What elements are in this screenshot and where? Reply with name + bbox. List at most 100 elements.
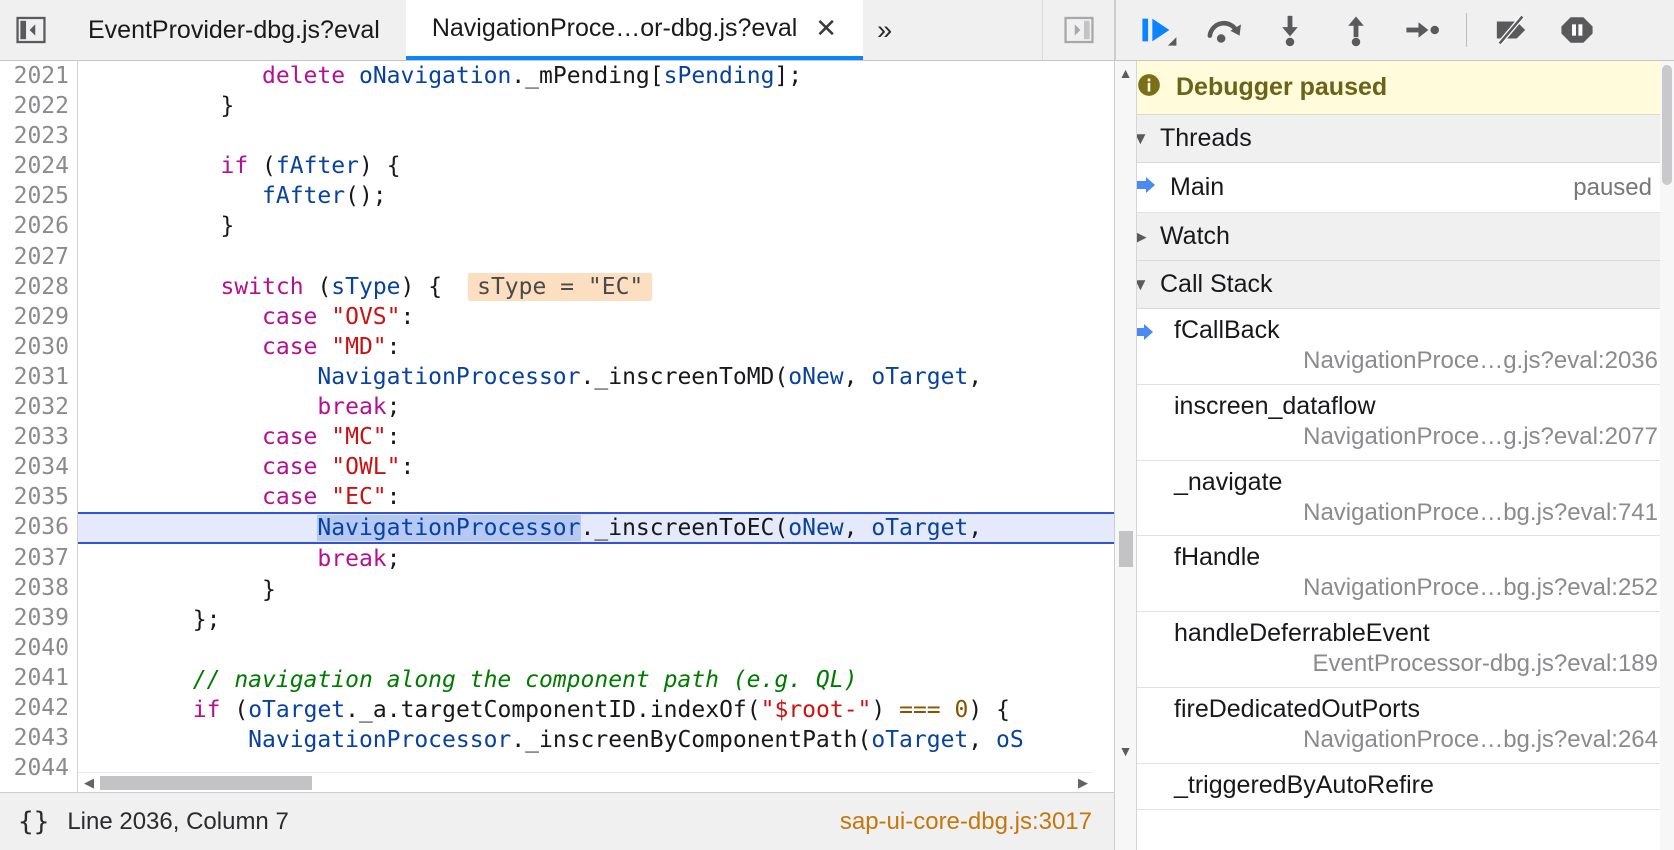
- code-line[interactable]: delete oNavigation._mPending[sPending];: [78, 61, 1114, 91]
- scroll-up-icon[interactable]: ▲: [1119, 66, 1133, 80]
- code-token-str: "EC": [331, 484, 387, 511]
- panel-collapse-left-icon[interactable]: [0, 0, 62, 60]
- code-line[interactable]: if (oTarget._a.targetComponentID.indexOf…: [78, 695, 1114, 725]
- step-out-button[interactable]: [1328, 5, 1384, 55]
- scrollbar-thumb-vertical[interactable]: [1119, 531, 1133, 567]
- code-line[interactable]: // navigation along the component path (…: [78, 665, 1114, 695]
- tab-navigation-processor[interactable]: NavigationProce…or-dbg.js?eval ✕: [405, 0, 864, 60]
- line-number[interactable]: 2021: [0, 61, 77, 91]
- scroll-left-icon[interactable]: ◀: [84, 776, 94, 789]
- threads-section-header[interactable]: ▼ Threads: [1116, 115, 1674, 163]
- tab-overflow-button[interactable]: »: [863, 0, 907, 60]
- code-horizontal-scrollbar[interactable]: ◀ ▶: [78, 772, 1094, 792]
- line-number[interactable]: 2028: [0, 272, 77, 302]
- line-number[interactable]: 2037: [0, 543, 77, 573]
- scrollbar-thumb-horizontal[interactable]: [100, 775, 312, 790]
- code-line[interactable]: fAfter();: [78, 181, 1114, 211]
- line-number[interactable]: 2038: [0, 573, 77, 603]
- call-stack-frame[interactable]: fireDedicatedOutPorts NavigationProce…bg.…: [1116, 687, 1674, 764]
- scroll-down-icon[interactable]: ▼: [1119, 744, 1133, 758]
- line-number[interactable]: 2033: [0, 422, 77, 452]
- line-number[interactable]: 2035: [0, 482, 77, 512]
- watch-section-header[interactable]: ▶ Watch: [1116, 213, 1674, 261]
- line-number[interactable]: 2039: [0, 603, 77, 633]
- line-number[interactable]: 2029: [0, 302, 77, 332]
- tab-event-provider[interactable]: EventProvider-dbg.js?eval: [62, 0, 406, 60]
- code-line[interactable]: case "MC":: [78, 422, 1114, 452]
- paused-status-label: Debugger paused: [1176, 73, 1388, 101]
- line-number[interactable]: 2030: [0, 332, 77, 362]
- line-number[interactable]: 2036: [0, 512, 77, 542]
- tab-label: EventProvider-dbg.js?eval: [88, 15, 380, 44]
- scrollbar-thumb-vertical[interactable]: [1662, 65, 1672, 185]
- code-token-punc: }: [262, 576, 276, 603]
- callstack-section-header[interactable]: ▼ Call Stack: [1116, 261, 1674, 309]
- step-over-button[interactable]: [1196, 5, 1252, 55]
- paused-code-line[interactable]: NavigationProcessor._inscreenToEC(oNew, …: [78, 512, 1114, 545]
- scroll-right-icon[interactable]: ▶: [1078, 776, 1088, 789]
- code-line[interactable]: case "EC":: [78, 482, 1114, 512]
- code-viewport[interactable]: delete oNavigation._mPending[sPending]; …: [78, 61, 1114, 792]
- frame-source-location: NavigationProce…bg.js?eval:264: [1303, 725, 1658, 753]
- code-token-punc: (: [234, 696, 249, 723]
- code-line[interactable]: [78, 635, 1114, 665]
- code-line[interactable]: NavigationProcessor._inscreenToMD(oNew, …: [78, 362, 1114, 392]
- line-number[interactable]: 2025: [0, 181, 77, 211]
- editor-vertical-scrollbar[interactable]: ▲ ▼: [1115, 61, 1137, 850]
- line-number[interactable]: 2032: [0, 392, 77, 422]
- code-line[interactable]: }: [78, 91, 1114, 121]
- frame-function-name: handleDeferrableEvent: [1174, 619, 1430, 647]
- call-stack-frame[interactable]: fCallBack NavigationProce…g.js?eval:2036: [1116, 309, 1674, 385]
- line-number[interactable]: 2031: [0, 362, 77, 392]
- code-token-punc: }: [220, 213, 235, 240]
- code-line[interactable]: break;: [78, 392, 1114, 422]
- code-line[interactable]: };: [78, 605, 1114, 635]
- call-stack-frame[interactable]: _triggeredByAutoRefire: [1116, 763, 1674, 810]
- code-line[interactable]: }: [78, 575, 1114, 605]
- code-line[interactable]: case "OWL":: [78, 452, 1114, 482]
- close-icon[interactable]: ✕: [815, 15, 837, 41]
- line-number[interactable]: 2040: [0, 633, 77, 663]
- panel-expand-right-icon[interactable]: [1042, 0, 1114, 60]
- call-stack-frame[interactable]: inscreen_dataflow NavigationProce…g.js?ev…: [1116, 384, 1674, 461]
- code-editor[interactable]: 2021 2022 2023 2024 2025 2026 2027 2028 2029 2030…: [0, 61, 1114, 792]
- code-line[interactable]: case "OVS":: [78, 302, 1114, 332]
- pretty-print-icon[interactable]: {}: [18, 807, 49, 837]
- debugger-sidebar: Debugger paused ▼ Threads Main paused ▶ …: [1115, 0, 1674, 850]
- code-line[interactable]: if (fAfter) {: [78, 151, 1114, 181]
- call-stack-frame[interactable]: fHandle NavigationProce…bg.js?eval:252: [1116, 536, 1674, 612]
- resume-button[interactable]: [1130, 5, 1186, 55]
- source-origin-link[interactable]: sap-ui-core-dbg.js:3017: [840, 808, 1092, 836]
- line-number[interactable]: 2023: [0, 121, 77, 151]
- step-to-next-button[interactable]: [1394, 5, 1450, 55]
- line-number[interactable]: 2044: [0, 753, 77, 783]
- sidebar-vertical-scrollbar[interactable]: [1660, 61, 1674, 850]
- line-number[interactable]: 2042: [0, 693, 77, 723]
- deactivate-breakpoints-button[interactable]: [1483, 5, 1539, 55]
- code-line[interactable]: NavigationProcessor._inscreenByComponent…: [78, 725, 1114, 755]
- line-number[interactable]: 2043: [0, 723, 77, 753]
- code-token-var: fAfter: [275, 153, 359, 180]
- code-line[interactable]: [78, 242, 1114, 272]
- line-number[interactable]: 2024: [0, 151, 77, 181]
- step-in-button[interactable]: [1262, 5, 1318, 55]
- line-number[interactable]: 2026: [0, 211, 77, 241]
- line-number[interactable]: 2041: [0, 663, 77, 693]
- code-token-prop: _inscreenToEC: [594, 515, 775, 542]
- code-token-punc: :: [400, 454, 415, 481]
- call-stack-frame[interactable]: _navigate NavigationProce…bg.js?eval:741: [1116, 460, 1674, 537]
- pause-on-exceptions-button[interactable]: [1549, 5, 1605, 55]
- code-line[interactable]: switch (sType) {sType = "EC": [78, 272, 1114, 302]
- line-number[interactable]: 2034: [0, 452, 77, 482]
- info-icon: [1136, 72, 1162, 103]
- code-line[interactable]: }: [78, 211, 1114, 241]
- code-line[interactable]: break;: [78, 544, 1114, 574]
- thread-row-main[interactable]: Main paused: [1116, 163, 1674, 213]
- code-token-punc: ();: [345, 183, 387, 210]
- line-number[interactable]: 2027: [0, 242, 77, 272]
- line-number[interactable]: 2022: [0, 91, 77, 121]
- call-stack-frame[interactable]: handleDeferrableEvent EventProcessor-dbg.…: [1116, 612, 1674, 688]
- code-line[interactable]: case "MD":: [78, 332, 1114, 362]
- code-line[interactable]: [78, 121, 1114, 151]
